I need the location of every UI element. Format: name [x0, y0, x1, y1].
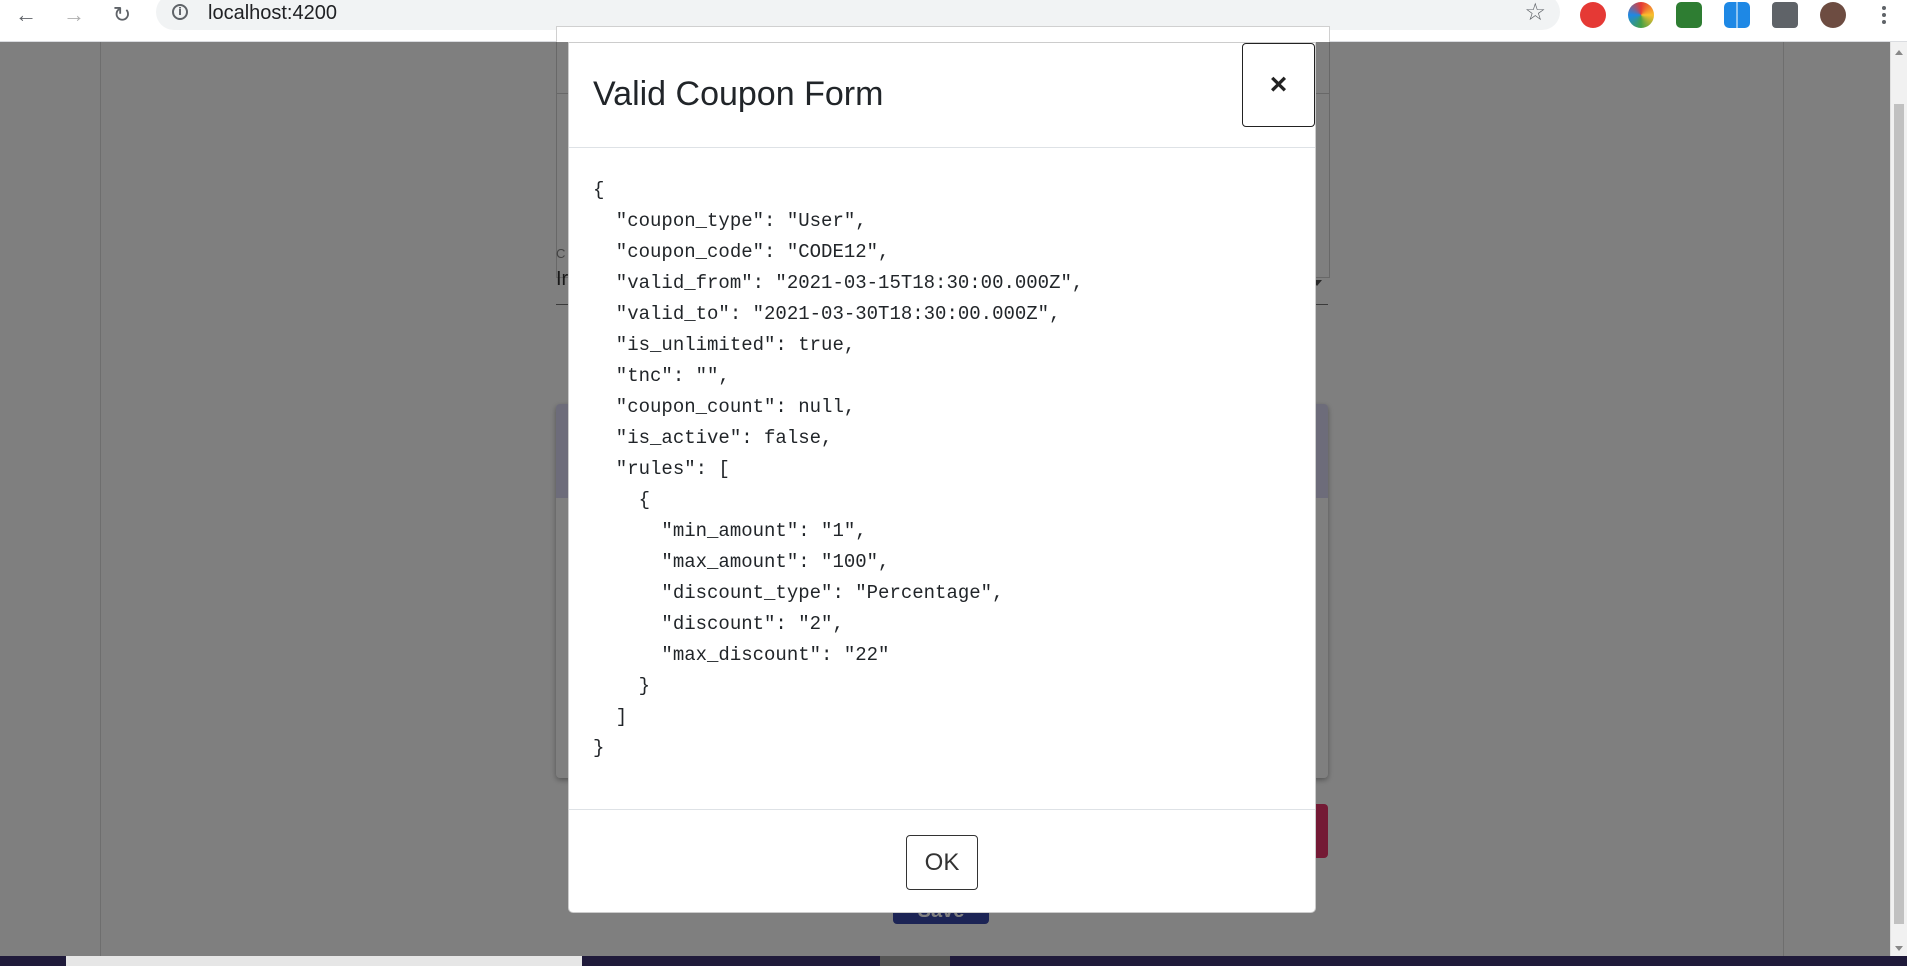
close-button[interactable]: × — [1242, 43, 1315, 127]
site-info-icon[interactable]: i — [172, 4, 188, 20]
taskbar-segment — [66, 956, 582, 966]
scroll-down-icon[interactable] — [1895, 946, 1903, 951]
coupon-json-output: { "coupon_type": "User", "coupon_code": … — [593, 179, 1084, 759]
modal-header: Valid Coupon Form × — [569, 43, 1315, 148]
modal-footer: OK — [569, 809, 1315, 912]
modal-body: { "coupon_type": "User", "coupon_code": … — [569, 147, 1315, 809]
extensions-puzzle-icon[interactable] — [1772, 2, 1798, 28]
scrollbar-thumb[interactable] — [1894, 104, 1904, 924]
coupon-modal: Valid Coupon Form × { "coupon_type": "Us… — [568, 42, 1316, 913]
url-text: localhost:4200 — [208, 2, 337, 24]
back-arrow-icon[interactable]: ← — [8, 0, 44, 30]
taskbar-strip — [0, 956, 1907, 966]
taskbar-segment — [880, 956, 950, 966]
profile-avatar[interactable] — [1820, 2, 1846, 28]
windows-extension-icon[interactable] — [1724, 2, 1750, 28]
browser-menu-icon[interactable] — [1876, 0, 1892, 30]
vertical-scrollbar[interactable] — [1890, 42, 1907, 957]
star-icon[interactable]: ☆ — [1524, 0, 1546, 27]
adblock-extension-icon[interactable] — [1580, 2, 1606, 28]
reload-icon[interactable]: ↻ — [104, 0, 140, 30]
ok-button[interactable]: OK — [906, 835, 978, 890]
green-extension-icon[interactable] — [1676, 2, 1702, 28]
modal-title: Valid Coupon Form — [593, 75, 884, 113]
color-extension-icon[interactable] — [1628, 2, 1654, 28]
forward-arrow-icon[interactable]: → — [56, 0, 92, 30]
scroll-up-icon[interactable] — [1895, 50, 1903, 55]
